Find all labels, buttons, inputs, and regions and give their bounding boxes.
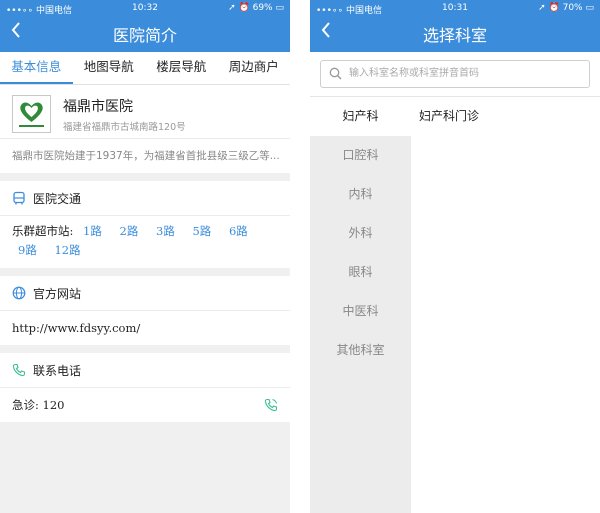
bus-routes-line2: 9路 12路	[12, 241, 280, 260]
website-section: 官方网站 http://www.fdsyy.com/	[0, 276, 290, 345]
status-right: ➚ ⏰ 69% ▭	[228, 3, 284, 13]
contact-header: 联系电话	[0, 353, 290, 388]
dept-item-tcm[interactable]: 中医科	[310, 292, 411, 331]
dept-item-ophthalmology[interactable]: 眼科	[310, 253, 411, 292]
tab-floor-navigation[interactable]: 楼层导航	[145, 52, 218, 84]
dept-item-other[interactable]: 其他科室	[310, 331, 411, 370]
dept-item-stomatology[interactable]: 口腔科	[310, 136, 411, 175]
hospital-logo	[12, 95, 51, 133]
emergency-row: 急诊: 120	[0, 388, 290, 422]
select-department-screen: •••∘∘ 中国电信 10:31 ➚ ⏰ 70% ▭ 选择科室 妇产科 口腔科 …	[310, 0, 600, 513]
hospital-intro-screen: •••∘∘ 中国电信 10:32 ➚ ⏰ 69% ▭ 医院简介 基本信息 地图导…	[0, 0, 290, 513]
route-link[interactable]: 3路	[156, 224, 175, 238]
page-title: 医院简介	[112, 26, 177, 45]
hospital-address: 福建省福鼎市古城南路120号	[63, 122, 186, 133]
website-row: http://www.fdsyy.com/	[0, 311, 290, 345]
dept-item-obgyn[interactable]: 妇产科	[310, 97, 411, 136]
website-link[interactable]: http://www.fdsyy.com/	[12, 321, 140, 335]
search-icon	[329, 67, 342, 80]
nav-bar: 医院简介	[0, 17, 290, 52]
website-title: 官方网站	[33, 287, 82, 301]
status-bar: •••∘∘ 中国电信 10:31 ➚ ⏰ 70% ▭	[310, 0, 600, 17]
contact-title: 联系电话	[33, 364, 82, 378]
page-title: 选择科室	[422, 26, 487, 45]
dept-item-surgery[interactable]: 外科	[310, 214, 411, 253]
sub-department-list: 妇产科门诊	[411, 97, 600, 513]
bus-icon	[13, 191, 25, 205]
search-input[interactable]	[349, 64, 569, 82]
bus-routes: 乐群超市站: 1路 2路 3路 5路 6路 9路 12路	[0, 216, 290, 268]
hospital-header: 福鼎市医院 福建省福鼎市古城南路120号	[0, 85, 290, 139]
search-bar	[310, 52, 600, 97]
website-header: 官方网站	[0, 276, 290, 311]
call-phone-icon[interactable]	[264, 398, 278, 412]
tab-nearby-shops[interactable]: 周边商户	[218, 52, 291, 84]
department-list: 妇产科 口腔科 内科 外科 眼科 中医科 其他科室	[310, 97, 411, 513]
nav-bar: 选择科室	[310, 17, 600, 52]
battery-percent: 69%	[252, 3, 273, 13]
tab-basic-info[interactable]: 基本信息	[0, 52, 73, 84]
route-link[interactable]: 6路	[229, 224, 248, 238]
route-link[interactable]: 9路	[18, 243, 37, 257]
contact-section: 联系电话 急诊: 120	[0, 353, 290, 422]
top-bar: •••∘∘ 中国电信 10:31 ➚ ⏰ 70% ▭ 选择科室	[310, 0, 600, 52]
search-box	[320, 60, 590, 88]
status-right: ➚ ⏰ 70% ▭	[538, 3, 594, 13]
globe-icon	[12, 286, 26, 300]
traffic-section: 医院交通 乐群超市站: 1路 2路 3路 5路 6路 9路 12路	[0, 181, 290, 268]
route-link[interactable]: 5路	[192, 224, 211, 238]
sub-dept-item[interactable]: 妇产科门诊	[411, 97, 600, 136]
hospital-name: 福鼎市医院	[63, 99, 133, 115]
battery-percent: 70%	[562, 3, 583, 13]
tab-bar: 基本信息 地图导航 楼层导航 周边商户	[0, 52, 290, 85]
route-link[interactable]: 2路	[120, 224, 139, 238]
hospital-intro[interactable]: 福鼎市医院始建于1937年，为福建省首批县级三级乙等...	[0, 139, 290, 173]
route-link[interactable]: 1路	[83, 224, 102, 238]
traffic-title: 医院交通	[33, 192, 82, 206]
route-link[interactable]: 12路	[54, 243, 80, 257]
tab-map-navigation[interactable]: 地图导航	[73, 52, 146, 84]
traffic-header: 医院交通	[0, 181, 290, 216]
dept-item-internal-medicine[interactable]: 内科	[310, 175, 411, 214]
phone-icon	[12, 363, 26, 377]
status-bar: •••∘∘ 中国电信 10:32 ➚ ⏰ 69% ▭	[0, 0, 290, 17]
bus-stop-label: 乐群超市站:	[12, 224, 74, 238]
emergency-number: 急诊: 120	[12, 398, 65, 412]
department-picker: 妇产科 口腔科 内科 外科 眼科 中医科 其他科室 妇产科门诊	[310, 97, 600, 513]
top-bar: •••∘∘ 中国电信 10:32 ➚ ⏰ 69% ▭ 医院简介	[0, 0, 290, 52]
